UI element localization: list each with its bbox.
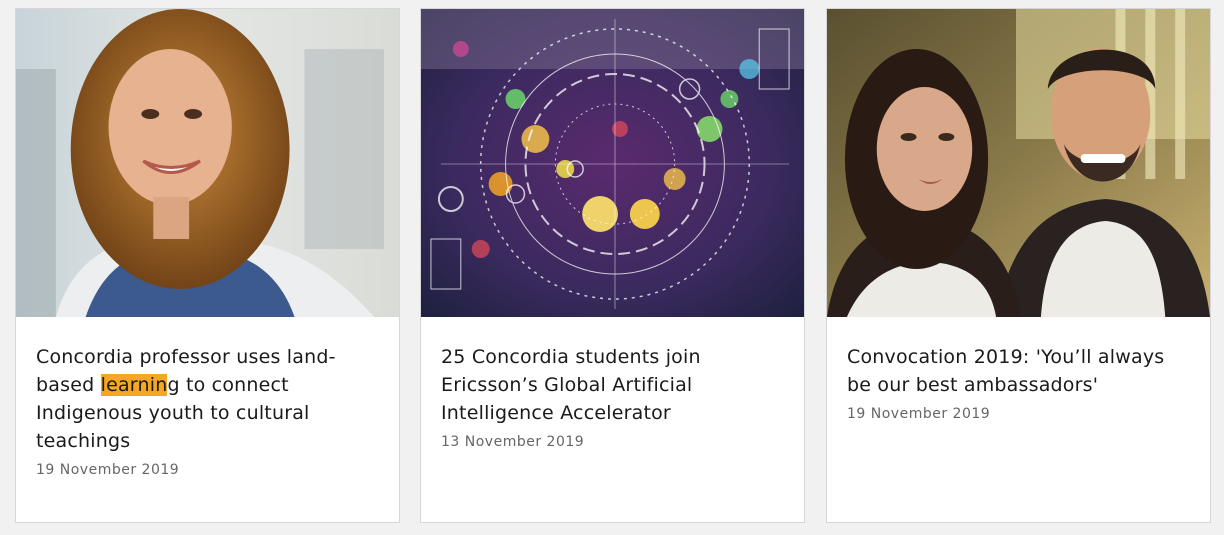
news-card-image[interactable] xyxy=(421,9,804,317)
news-card[interactable]: 25 Concordia students join Ericsson’s Gl… xyxy=(420,8,805,523)
news-card-image[interactable] xyxy=(827,9,1210,317)
news-card-image[interactable] xyxy=(16,9,399,317)
graduates-image xyxy=(827,9,1210,317)
news-card[interactable]: Convocation 2019: 'You’ll always be our … xyxy=(826,8,1211,523)
news-card-title[interactable]: Concordia professor uses land-based lear… xyxy=(36,343,381,481)
news-card-title[interactable]: Convocation 2019: 'You’ll always be our … xyxy=(847,343,1192,425)
title-text: Convocation 2019: 'You’ll always be our … xyxy=(847,346,1165,396)
news-card-date: 19 November 2019 xyxy=(847,406,991,422)
news-card[interactable]: Concordia professor uses land-based lear… xyxy=(15,8,400,523)
title-text: 25 Concordia students join Ericsson’s Gl… xyxy=(441,346,701,424)
news-card-date: 19 November 2019 xyxy=(36,462,180,478)
news-card-title[interactable]: 25 Concordia students join Ericsson’s Gl… xyxy=(441,343,786,453)
ai-interface-image xyxy=(421,9,804,317)
news-card-date: 13 November 2019 xyxy=(441,434,585,450)
news-card-grid: Concordia professor uses land-based lear… xyxy=(0,0,1224,535)
portrait-woman-image xyxy=(16,9,399,317)
search-highlight: learnin xyxy=(100,374,168,396)
